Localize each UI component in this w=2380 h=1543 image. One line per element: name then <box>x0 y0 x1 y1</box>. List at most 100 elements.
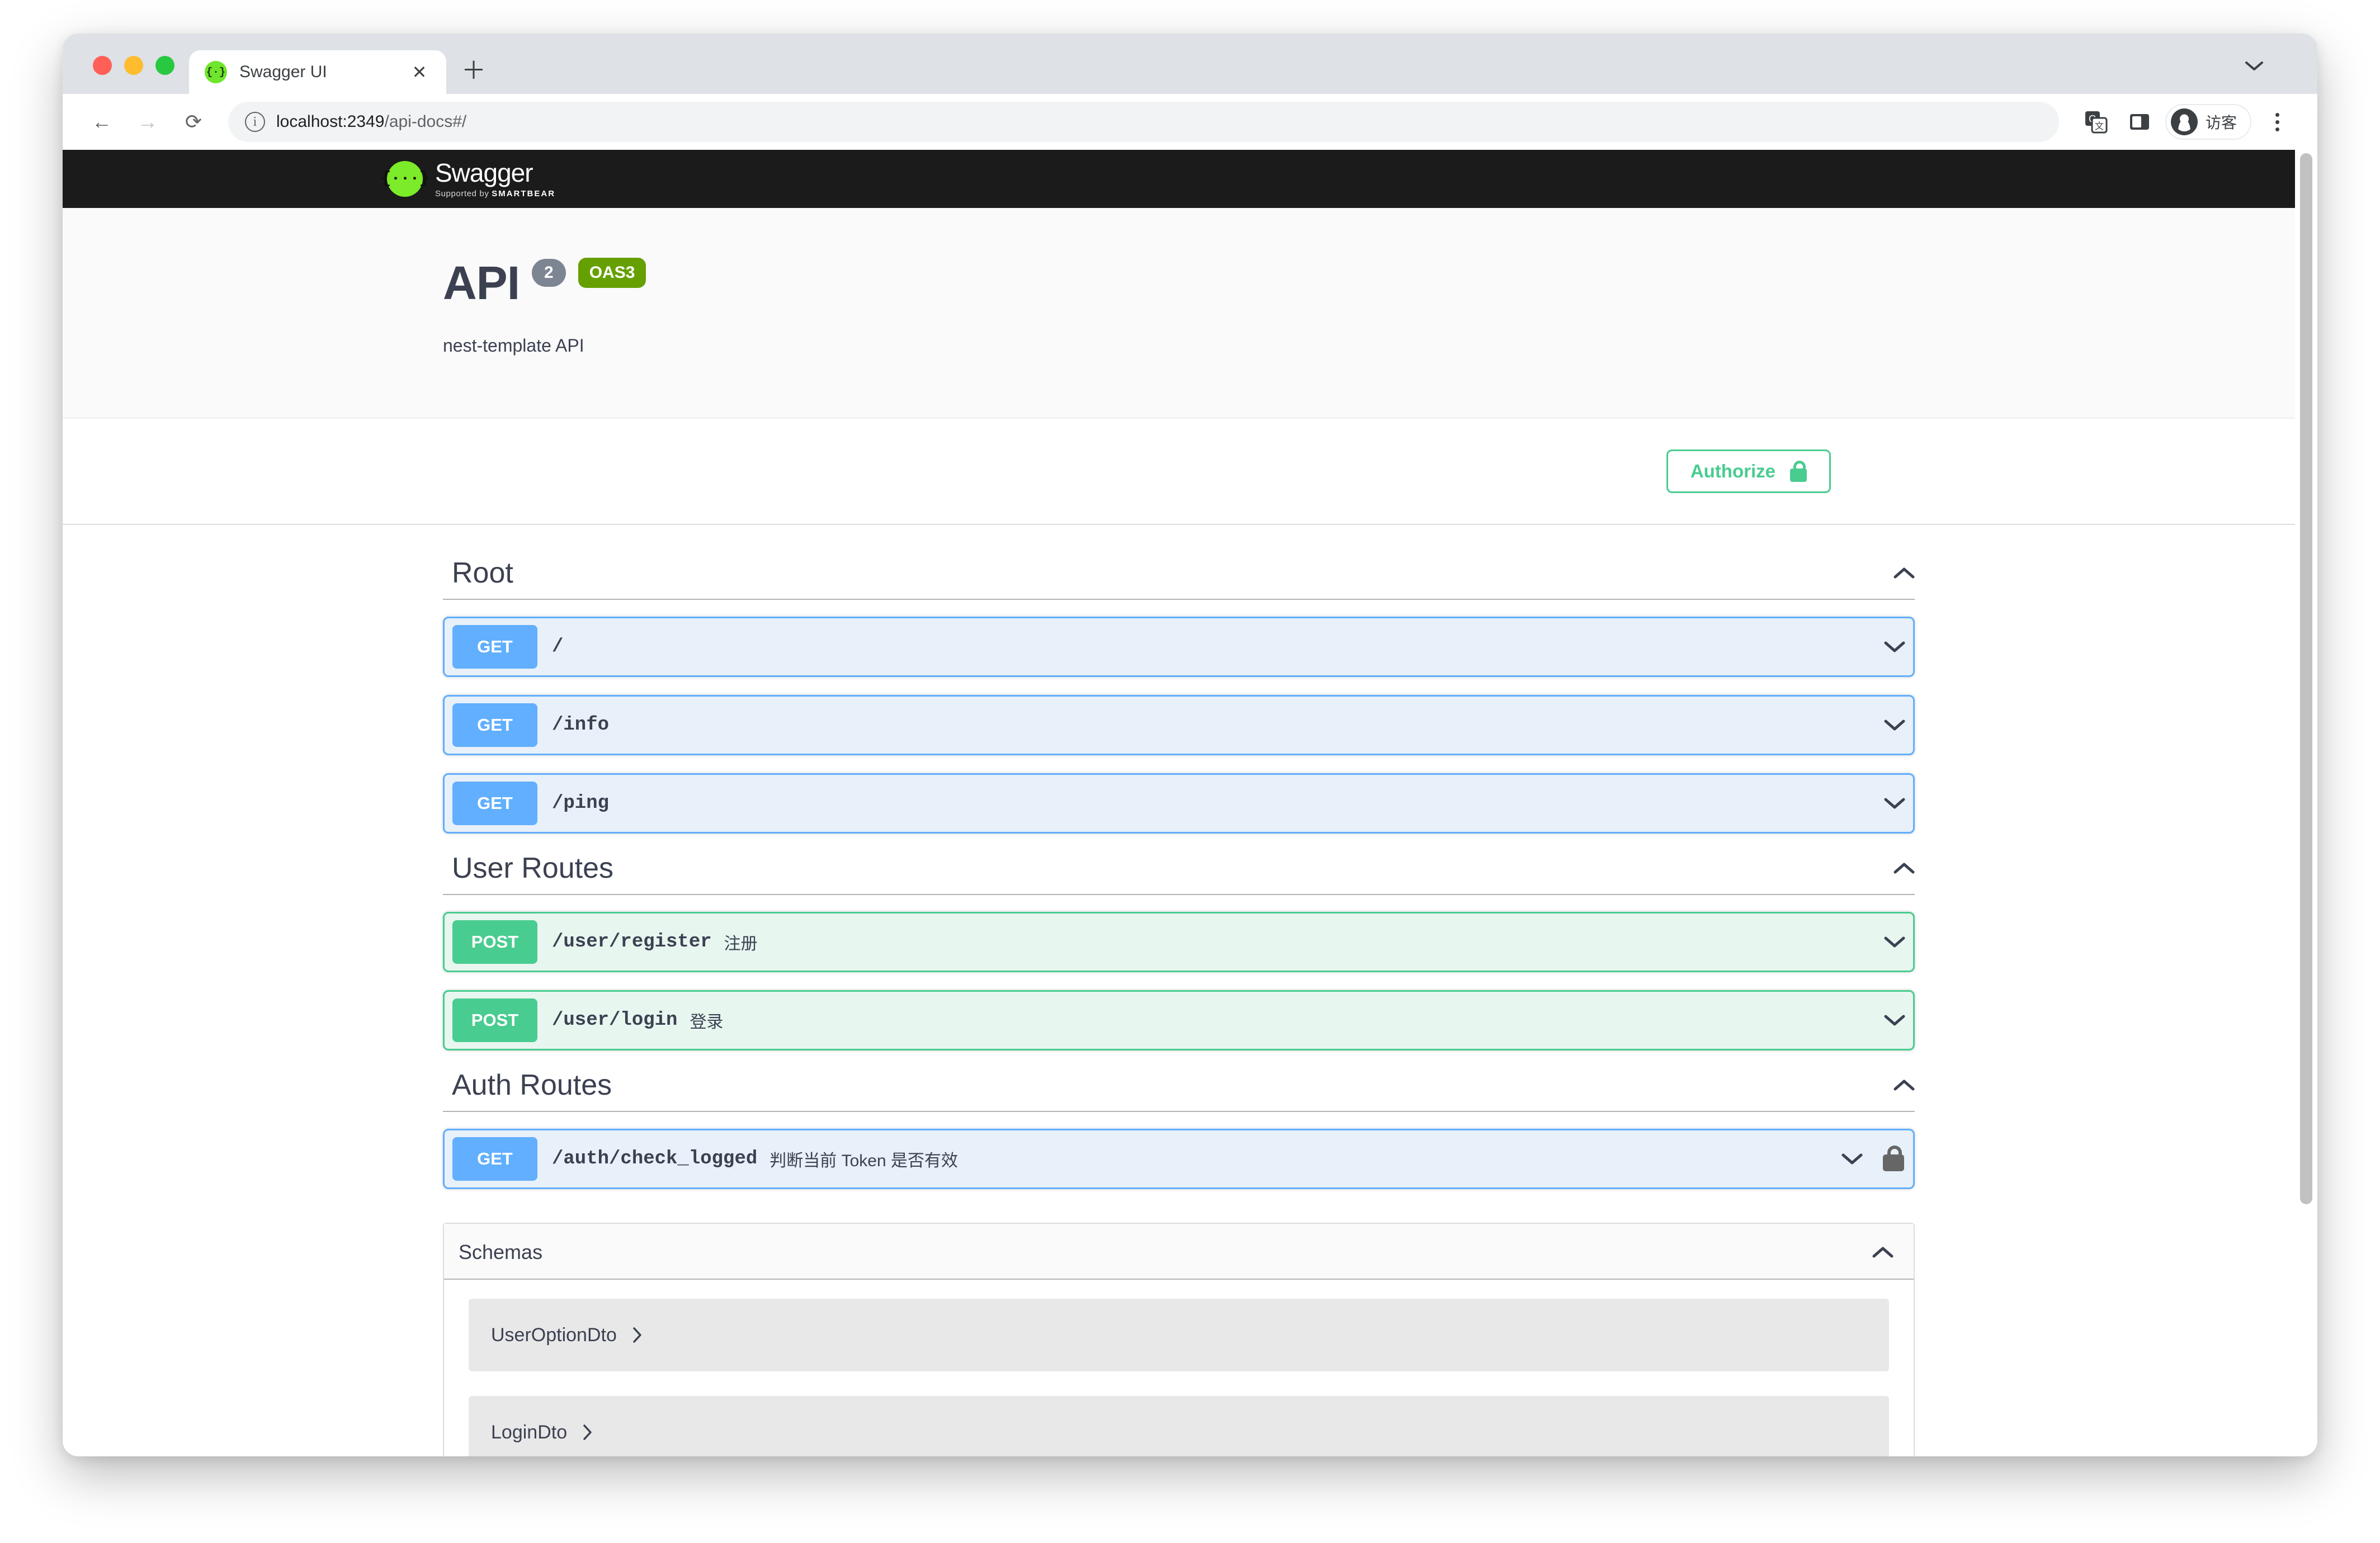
close-tab-icon[interactable]: ✕ <box>407 60 432 84</box>
swagger-topbar: {···} Swagger Supported by SMARTBEAR <box>63 150 2295 208</box>
schema-name: LoginDto <box>491 1421 568 1443</box>
profile-name: 访客 <box>2205 114 2237 131</box>
http-method-badge: GET <box>452 782 537 825</box>
swagger-wordmark: Swagger <box>435 158 533 187</box>
page-viewport: {···} Swagger Supported by SMARTBEAR API… <box>63 150 2317 1456</box>
page-title: API <box>443 257 520 309</box>
tag-header[interactable]: User Routes <box>443 851 1915 895</box>
operation-expand-chevron-down-icon[interactable] <box>1884 1014 1905 1027</box>
tag-collapse-chevron-up-icon[interactable] <box>1893 566 1915 580</box>
api-description: nest-template API <box>443 335 584 356</box>
operation-row[interactable]: GET/auth/check_logged 判断当前 Token 是否有效 <box>443 1129 1915 1189</box>
new-tab-button[interactable]: ＋ <box>456 54 491 88</box>
desktop-background: {·} Swagger UI ✕ ＋ ← → ⟳ i localhost:234… <box>0 0 2380 1543</box>
side-panel-icon[interactable] <box>2122 104 2157 140</box>
close-window-button[interactable] <box>93 56 112 75</box>
tag-title: Root <box>452 557 513 589</box>
translate-icon[interactable]: G 文 <box>2078 104 2114 140</box>
scrollbar-thumb[interactable] <box>2300 153 2312 1204</box>
authorize-button[interactable]: Authorize <box>1666 449 1831 493</box>
lock-open-icon <box>1790 461 1807 482</box>
schema-row[interactable]: UserOptionDto <box>469 1299 1889 1371</box>
oas-spec-badge: OAS3 <box>578 258 646 288</box>
schemas-header[interactable]: Schemas <box>444 1224 1914 1280</box>
authorize-button-label: Authorize <box>1690 461 1775 481</box>
http-method-badge: GET <box>452 1137 537 1181</box>
toolbar-actions: G 文 访客 <box>2078 104 2295 140</box>
page-scrollbar[interactable] <box>2295 150 2317 1456</box>
tab-title: Swagger UI <box>239 63 327 81</box>
http-method-badge: POST <box>452 998 537 1042</box>
url-host: localhost:2349 <box>276 112 385 131</box>
tag-collapse-chevron-up-icon[interactable] <box>1893 862 1915 875</box>
operation-path: /auth/check_logged <box>552 1148 758 1170</box>
schema-name: UserOptionDto <box>491 1324 617 1346</box>
operation-path: /user/register <box>552 931 712 953</box>
browser-menu-icon[interactable] <box>2259 104 2295 140</box>
swagger-favicon-icon: {·} <box>205 61 227 83</box>
api-info-block: API 2 OAS3 nest-template API <box>63 208 2295 419</box>
tag-collapse-chevron-up-icon[interactable] <box>1893 1078 1915 1092</box>
schemas-panel: Schemas UserOptionDto LoginDto <box>443 1223 1915 1456</box>
browser-tab[interactable]: {·} Swagger UI ✕ <box>189 50 446 94</box>
tag-header[interactable]: Auth Routes <box>443 1068 1915 1112</box>
forward-button[interactable]: → <box>128 102 168 142</box>
swagger-logo-icon: {···} <box>381 161 429 197</box>
browser-window: {·} Swagger UI ✕ ＋ ← → ⟳ i localhost:234… <box>63 34 2317 1456</box>
operation-path: /info <box>552 714 610 736</box>
operation-expand-chevron-down-icon[interactable] <box>1884 718 1905 732</box>
reload-button[interactable]: ⟳ <box>173 102 214 142</box>
http-method-badge: POST <box>452 920 537 964</box>
operation-row[interactable]: GET / <box>443 617 1915 677</box>
url-path: /api-docs#/ <box>384 112 467 131</box>
tab-strip: {·} Swagger UI ✕ ＋ <box>63 34 2317 94</box>
operation-summary: 注册 <box>724 935 758 953</box>
address-bar[interactable]: i localhost:2349/api-docs#/ <box>228 102 2059 142</box>
tab-list-chevron-down-icon[interactable] <box>2245 59 2264 75</box>
minimize-window-button[interactable] <box>124 56 143 75</box>
operation-row[interactable]: POST/user/login 登录 <box>443 990 1915 1050</box>
swagger-ui-page: {···} Swagger Supported by SMARTBEAR API… <box>63 150 2295 1456</box>
schemas-collapse-chevron-up-icon[interactable] <box>1872 1246 1893 1259</box>
operation-expand-chevron-down-icon[interactable] <box>1884 640 1905 654</box>
smartbear-brand: SMARTBEAR <box>492 188 556 198</box>
tag-header[interactable]: Root <box>443 556 1915 600</box>
api-title-row: API 2 OAS3 <box>443 257 2295 309</box>
operation-summary: 登录 <box>690 1013 724 1031</box>
operation-path: /user/login <box>552 1010 678 1031</box>
http-method-badge: GET <box>452 625 537 669</box>
operations-content: Root GET / GET/info GET/ping User Routes POST /… <box>63 525 2295 1456</box>
svg-text:文: 文 <box>2095 121 2104 131</box>
address-bar-url: localhost:2349/api-docs#/ <box>276 112 466 131</box>
operation-path: /ping <box>552 793 610 814</box>
schema-expand-chevron-right-icon[interactable] <box>631 1327 643 1343</box>
maximize-window-button[interactable] <box>155 56 174 75</box>
operation-lock-open-icon[interactable] <box>1883 1146 1905 1172</box>
operation-row[interactable]: POST/user/register 注册 <box>443 912 1915 972</box>
schemas-list: UserOptionDto LoginDto <box>444 1280 1914 1456</box>
operation-row[interactable]: GET/ping <box>443 773 1915 834</box>
api-version-badge: 2 <box>532 259 566 287</box>
profile-button[interactable]: 访客 <box>2165 104 2251 140</box>
schema-row[interactable]: LoginDto <box>469 1396 1889 1456</box>
tag-title: Auth Routes <box>452 1069 612 1101</box>
browser-toolbar: ← → ⟳ i localhost:2349/api-docs#/ G 文 <box>63 94 2317 150</box>
authorize-bar: Authorize <box>63 419 2295 525</box>
tag-section: Auth Routes GET/auth/check_logged 判断当前 Tok… <box>443 1068 1915 1189</box>
schemas-title: Schemas <box>459 1241 543 1263</box>
operation-expand-chevron-down-icon[interactable] <box>1884 935 1905 949</box>
operation-expand-chevron-down-icon[interactable] <box>1884 797 1905 810</box>
tag-section: Root GET / GET/info GET/ping <box>443 556 1915 834</box>
swagger-logo[interactable]: {···} Swagger Supported by SMARTBEAR <box>381 160 555 198</box>
operation-row[interactable]: GET/info <box>443 695 1915 755</box>
avatar <box>2170 108 2198 135</box>
operation-summary: 判断当前 Token 是否有效 <box>769 1152 958 1170</box>
site-info-icon[interactable]: i <box>245 112 265 132</box>
tag-title: User Routes <box>452 852 613 884</box>
back-button[interactable]: ← <box>82 102 122 142</box>
operation-expand-chevron-down-icon[interactable] <box>1841 1152 1863 1166</box>
swagger-logo-text: Swagger Supported by SMARTBEAR <box>435 160 555 198</box>
schema-expand-chevron-right-icon[interactable] <box>582 1424 593 1441</box>
operation-path: / <box>552 636 564 657</box>
window-traffic-lights <box>85 56 189 94</box>
